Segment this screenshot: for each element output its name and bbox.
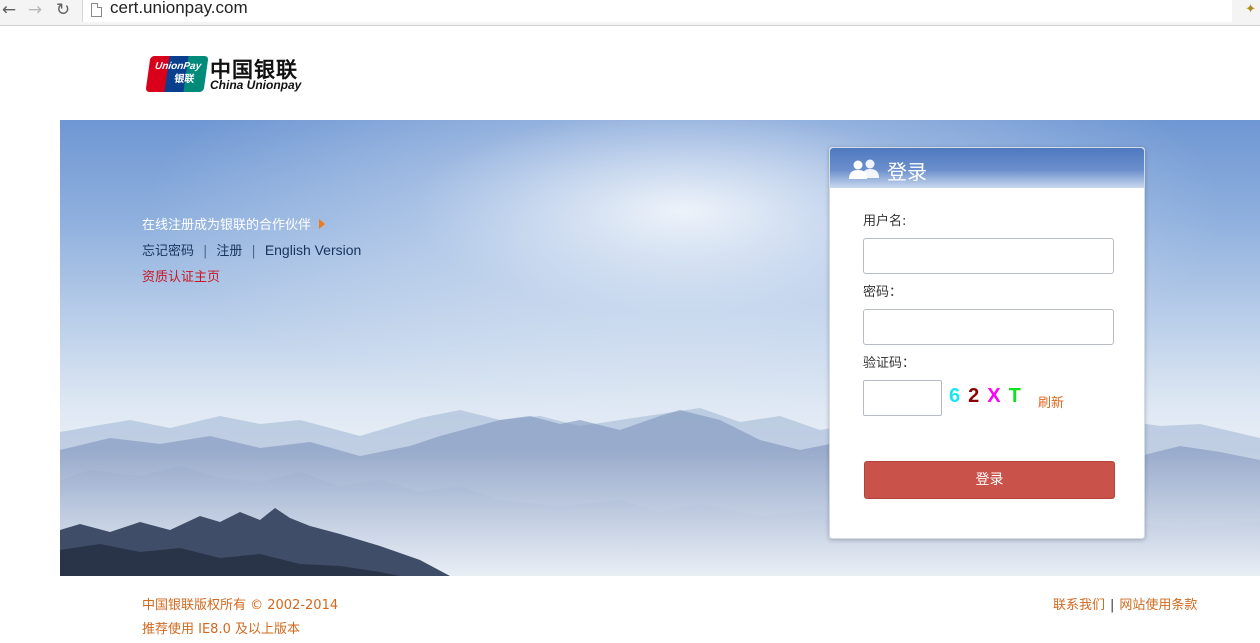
link-separator: | (203, 244, 208, 259)
captcha-char: 6 (949, 385, 961, 407)
link-separator: | (251, 244, 256, 259)
footer-links: 联系我们 | 网站使用条款 (1053, 594, 1197, 613)
reload-icon[interactable]: ↻ (54, 1, 72, 21)
login-header: 登录 (830, 148, 1144, 188)
back-arrow-icon[interactable]: ← (0, 1, 18, 21)
unionpay-logo[interactable]: UnionPay 银联 中国银联 China Unionpay (145, 54, 318, 94)
footer-info: 中国银联版权所有 © 2002-2014 推荐使用 IE8.0 及以上版本 (142, 594, 338, 642)
partner-register-link[interactable]: 在线注册成为银联的合作伙伴 (142, 214, 326, 233)
cert-home-link[interactable]: 资质认证主页 (142, 266, 220, 285)
address-bar[interactable]: cert.unionpay.com (82, 0, 1232, 22)
login-panel: 登录 用户名: 密码： 验证码： 62XT 刷新 登录 (829, 147, 1145, 539)
contact-us-link[interactable]: 联系我们 (1053, 598, 1105, 613)
terms-link[interactable]: 网站使用条款 (1119, 598, 1197, 613)
captcha-label: 验证码： (863, 356, 916, 371)
english-version-link[interactable]: English Version (265, 242, 362, 258)
partner-register-label[interactable]: 在线注册成为银联的合作伙伴 (142, 218, 311, 233)
login-button[interactable]: 登录 (864, 461, 1115, 499)
captcha-char: 2 (968, 385, 980, 407)
forgot-password-link[interactable]: 忘记密码 (142, 244, 194, 259)
captcha-char: X (987, 385, 1001, 407)
forward-arrow-icon[interactable]: → (26, 1, 44, 21)
extension-icon[interactable]: ✦ (1245, 2, 1256, 17)
arrow-right-icon (319, 219, 326, 229)
account-links: 忘记密码 | 注册 | English Version (142, 240, 361, 259)
logo-card-text: UnionPay (154, 61, 202, 72)
hero-banner: 在线注册成为银联的合作伙伴 忘记密码 | 注册 | English Version 资质… (60, 120, 1260, 576)
users-icon (849, 159, 879, 179)
login-title: 登录 (887, 160, 927, 184)
captcha-input[interactable] (863, 380, 942, 416)
page-icon (91, 3, 102, 17)
username-label: 用户名: (863, 214, 907, 229)
browser-recommendation: 推荐使用 IE8.0 及以上版本 (142, 622, 300, 637)
register-link[interactable]: 注册 (216, 244, 242, 259)
browser-toolbar: ← → ↻ cert.unionpay.com ✦ (0, 0, 1260, 26)
captcha-char: T (1008, 385, 1021, 407)
footer-separator: | (1110, 598, 1115, 613)
logo-name-en: China Unionpay (210, 78, 302, 92)
password-label: 密码： (863, 285, 903, 300)
logo-card-text-cn: 银联 (173, 74, 195, 85)
refresh-captcha-link[interactable]: 刷新 (1038, 392, 1064, 411)
captcha-image: 62XT (949, 385, 1029, 408)
address-url[interactable]: cert.unionpay.com (110, 0, 248, 18)
password-input[interactable] (863, 309, 1114, 345)
copyright-text: 中国银联版权所有 © 2002-2014 (142, 598, 339, 613)
unionpay-card-icon: UnionPay 银联 (145, 56, 209, 92)
username-input[interactable] (863, 238, 1114, 274)
